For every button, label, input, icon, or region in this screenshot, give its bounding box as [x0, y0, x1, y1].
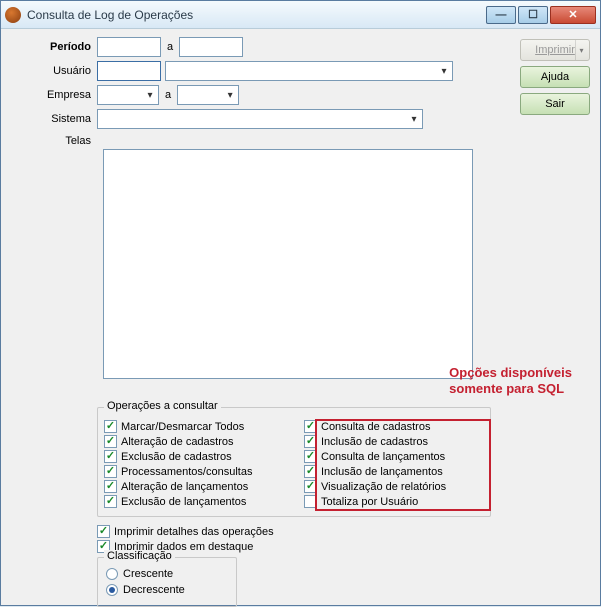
empresa-inicio-select[interactable]: ▾ — [97, 85, 159, 105]
operacoes-legend: Operações a consultar — [104, 400, 221, 412]
checkbox-icon — [104, 420, 117, 433]
maximize-button[interactable]: ☐ — [518, 6, 548, 24]
usuario-row: Usuário ▾ — [11, 61, 590, 81]
telas-row: Telas — [11, 133, 590, 147]
sistema-row: Sistema ▾ — [11, 109, 590, 129]
chk-consulta-cadastros[interactable]: Consulta de cadastros — [304, 420, 484, 433]
annotation-line2: somente para SQL — [449, 381, 572, 397]
close-button[interactable]: ✕ — [550, 6, 596, 24]
radio-decrescente[interactable]: Decrescente — [106, 584, 228, 596]
radio-icon — [106, 584, 118, 596]
periodo-inicio-input[interactable] — [97, 37, 161, 57]
checkbox-icon — [97, 525, 110, 538]
usuario-code-input[interactable] — [97, 61, 161, 81]
side-buttons: Imprimir ▾ Ajuda Sair — [520, 39, 590, 115]
chk-exclusao-lancamentos[interactable]: Exclusão de lançamentos — [104, 495, 284, 508]
sql-annotation: Opções disponíveis somente para SQL — [449, 365, 572, 397]
empresa-label: Empresa — [11, 89, 97, 101]
chk-alteracao-cadastros[interactable]: Alteração de cadastros — [104, 435, 284, 448]
sistema-label: Sistema — [11, 113, 97, 125]
window-buttons: — ☐ ✕ — [486, 6, 596, 24]
checkbox-icon — [304, 480, 317, 493]
chevron-down-icon[interactable]: ▾ — [575, 40, 587, 60]
checkbox-icon — [304, 420, 317, 433]
annotation-line1: Opções disponíveis — [449, 365, 572, 381]
checkbox-icon — [304, 495, 317, 508]
usuario-select[interactable]: ▾ — [165, 61, 453, 81]
radio-icon — [106, 568, 118, 580]
checkbox-icon — [104, 495, 117, 508]
empresa-fim-select[interactable]: ▾ — [177, 85, 239, 105]
checkbox-icon — [104, 480, 117, 493]
empresa-row: Empresa ▾ a ▾ — [11, 85, 590, 105]
periodo-a: a — [167, 41, 173, 53]
checkbox-icon — [304, 450, 317, 463]
chk-exclusao-cadastros[interactable]: Exclusão de cadastros — [104, 450, 284, 463]
operacoes-group: Operações a consultar Marcar/Desmarcar T… — [97, 407, 491, 517]
chk-visualizacao-relatorios[interactable]: Visualização de relatórios — [304, 480, 484, 493]
chk-alteracao-lancamentos[interactable]: Alteração de lançamentos — [104, 480, 284, 493]
chevron-down-icon: ▾ — [142, 90, 158, 101]
titlebar: Consulta de Log de Operações — ☐ ✕ — [1, 1, 600, 29]
chk-imprimir-detalhes[interactable]: Imprimir detalhes das operações — [97, 525, 274, 538]
chk-marcar-todos[interactable]: Marcar/Desmarcar Todos — [104, 420, 284, 433]
periodo-row: Período a — [11, 37, 590, 57]
checkbox-icon — [104, 465, 117, 478]
telas-label: Telas — [11, 133, 97, 147]
client-area: Período a Usuário ▾ Empresa ▾ a ▾ Sistem… — [1, 29, 600, 605]
ajuda-button[interactable]: Ajuda — [520, 66, 590, 88]
checkbox-icon — [104, 450, 117, 463]
chk-inclusao-lancamentos[interactable]: Inclusão de lançamentos — [304, 465, 484, 478]
checkbox-icon — [304, 465, 317, 478]
chk-processamentos[interactable]: Processamentos/consultas — [104, 465, 284, 478]
chk-totaliza-usuario[interactable]: Totaliza por Usuário — [304, 495, 484, 508]
ops-col-right: Consulta de cadastros Inclusão de cadast… — [304, 420, 484, 510]
sair-button[interactable]: Sair — [520, 93, 590, 115]
chevron-down-icon: ▾ — [222, 90, 238, 101]
telas-listbox[interactable] — [103, 149, 473, 379]
empresa-a: a — [165, 89, 171, 101]
checkbox-icon — [104, 435, 117, 448]
chk-consulta-lancamentos[interactable]: Consulta de lançamentos — [304, 450, 484, 463]
periodo-label: Período — [11, 41, 97, 53]
classificacao-group: Classificação Crescente Decrescente — [97, 557, 237, 607]
minimize-button[interactable]: — — [486, 6, 516, 24]
app-window: Consulta de Log de Operações — ☐ ✕ Perío… — [0, 0, 601, 606]
window-title: Consulta de Log de Operações — [27, 8, 486, 22]
checkbox-icon — [304, 435, 317, 448]
ops-col-left: Marcar/Desmarcar Todos Alteração de cada… — [104, 420, 284, 510]
app-icon — [5, 7, 21, 23]
chevron-down-icon: ▾ — [436, 66, 452, 77]
chk-inclusao-cadastros[interactable]: Inclusão de cadastros — [304, 435, 484, 448]
usuario-label: Usuário — [11, 65, 97, 77]
classificacao-legend: Classificação — [104, 550, 175, 562]
sistema-select[interactable]: ▾ — [97, 109, 423, 129]
radio-crescente[interactable]: Crescente — [106, 568, 228, 580]
imprimir-button[interactable]: Imprimir ▾ — [520, 39, 590, 61]
chevron-down-icon: ▾ — [406, 114, 422, 125]
periodo-fim-input[interactable] — [179, 37, 243, 57]
